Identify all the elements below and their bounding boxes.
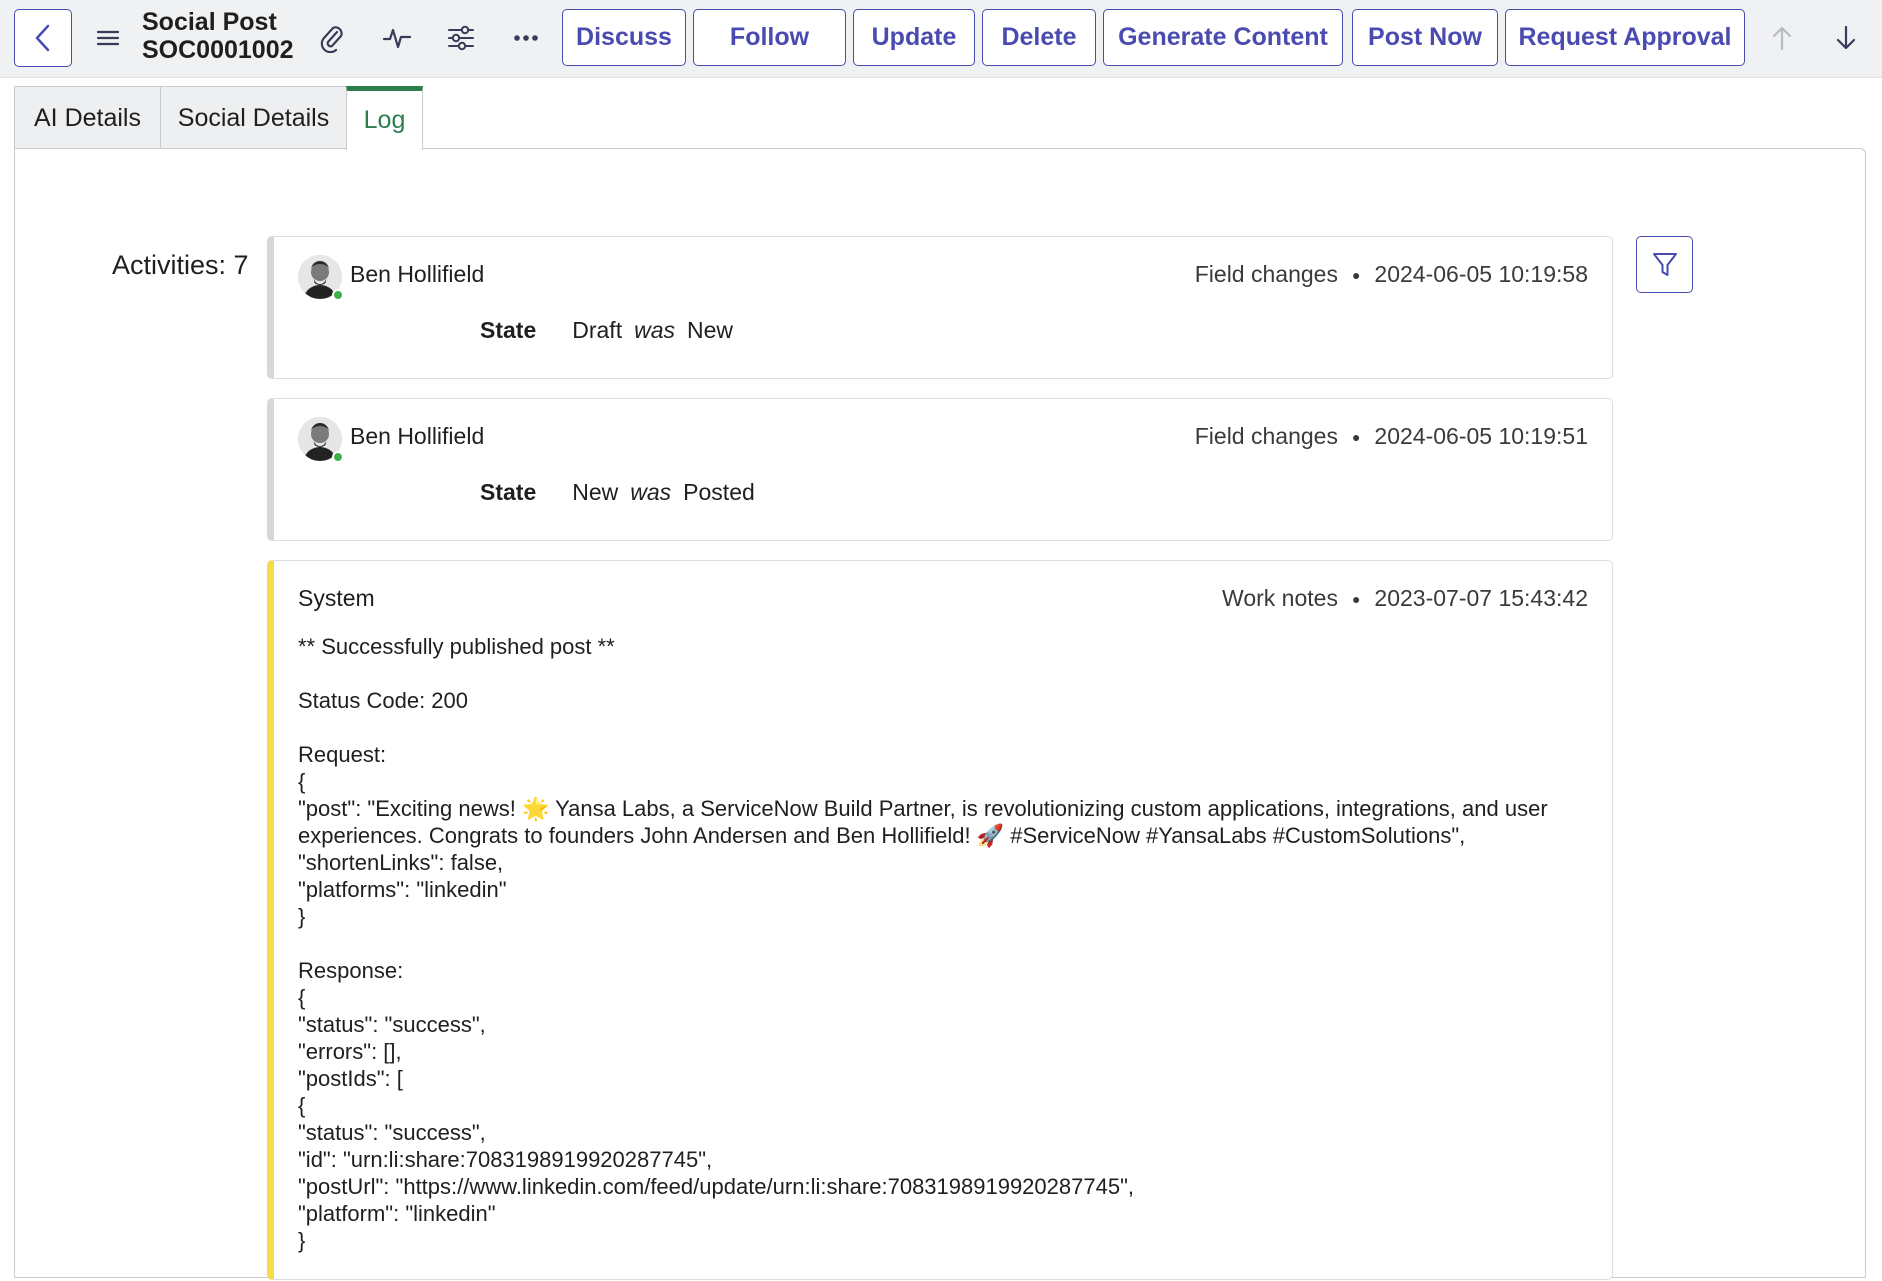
activity-meta: Work notes ● 2023-07-07 15:43:42 xyxy=(1222,585,1588,612)
note-line: "errors": [], xyxy=(298,1039,402,1064)
filter-icon xyxy=(1652,252,1677,276)
note-line: { xyxy=(298,769,306,794)
more-options-button[interactable] xyxy=(502,14,550,62)
note-line: Request: xyxy=(298,742,387,767)
menu-button[interactable] xyxy=(84,14,132,62)
note-request-block: Request: { "post": "Exciting news! 🌟 Yan… xyxy=(298,741,1598,930)
note-line: "post": "Exciting news! 🌟 Yansa Labs, a … xyxy=(298,796,1548,821)
filter-activity-button[interactable] xyxy=(1636,236,1693,293)
work-note-body: ** Successfully published post ** Status… xyxy=(298,633,1598,1281)
chevron-left-icon xyxy=(35,24,50,52)
field-change: State Draft was New xyxy=(480,317,733,344)
record-title-number: SOC0001002 xyxy=(142,36,294,64)
presence-indicator xyxy=(332,289,344,301)
pulse-icon xyxy=(382,28,412,49)
field-change-old-value: New xyxy=(687,317,734,343)
note-line: "shortenLinks": false, xyxy=(298,850,504,875)
ellipsis-icon xyxy=(514,35,538,41)
tab-log[interactable]: Log xyxy=(346,86,423,150)
record-title: Social Post SOC0001002 xyxy=(142,8,312,64)
activity-type: Work notes xyxy=(1222,585,1338,611)
activity-timestamp: 2024-06-05 10:19:51 xyxy=(1374,423,1588,449)
presence-indicator xyxy=(332,451,344,463)
personalize-form-button[interactable] xyxy=(437,14,485,62)
post-now-button[interactable]: Post Now xyxy=(1352,9,1498,66)
hamburger-menu-icon xyxy=(96,30,120,46)
note-line: ** Successfully published post ** xyxy=(298,634,615,659)
note-line: { xyxy=(298,1093,306,1118)
activity-meta: Field changes ● 2024-06-05 10:19:51 xyxy=(1195,423,1588,450)
field-change-label: State xyxy=(480,479,537,505)
activity-author[interactable]: Ben Hollifield xyxy=(350,261,484,288)
note-line: "status": "success", xyxy=(298,1120,486,1145)
tab-ai-details[interactable]: AI Details xyxy=(14,86,161,149)
note-line: Response: xyxy=(298,958,404,983)
note-line: experiences. Congrats to founders John A… xyxy=(298,823,1466,848)
generate-content-button[interactable]: Generate Content xyxy=(1103,9,1343,66)
activity-entry: Ben Hollifield Field changes ● 2024-06-0… xyxy=(267,236,1613,379)
back-button[interactable] xyxy=(14,9,72,67)
arrow-up-icon xyxy=(1772,26,1792,51)
activity-author[interactable]: Ben Hollifield xyxy=(350,423,484,450)
note-line: { xyxy=(298,985,306,1010)
note-line: "platforms": "linkedin" xyxy=(298,877,507,902)
field-change-label: State xyxy=(480,317,537,343)
activity-type: Field changes xyxy=(1194,423,1338,449)
next-record-button[interactable] xyxy=(1822,14,1870,62)
arrow-down-icon xyxy=(1836,25,1856,50)
separator-dot: ● xyxy=(1351,266,1361,283)
activity-meta: Field changes ● 2024-06-05 10:19:58 xyxy=(1195,261,1588,288)
note-line: } xyxy=(298,1228,306,1253)
activities-count: Activities: 7 xyxy=(112,250,249,280)
follow-button[interactable]: Follow xyxy=(693,9,846,66)
record-title-table: Social Post xyxy=(142,8,277,36)
note-line: "postUrl": "https://www.linkedin.com/fee… xyxy=(298,1174,1134,1199)
request-approval-button[interactable]: Request Approval xyxy=(1505,9,1745,66)
activity-stream-button[interactable] xyxy=(373,14,421,62)
activity-entry: Ben Hollifield Field changes ● 2024-06-0… xyxy=(267,398,1613,541)
delete-button[interactable]: Delete xyxy=(982,9,1096,66)
separator-dot: ● xyxy=(1351,590,1361,607)
field-change-new-value: New xyxy=(572,479,619,505)
activity-timestamp: 2023-07-07 15:43:42 xyxy=(1374,585,1588,611)
update-button[interactable]: Update xyxy=(853,9,975,66)
paperclip-icon xyxy=(320,26,343,53)
note-response-block: Response: { "status": "success", "errors… xyxy=(298,957,1598,1254)
form-header: Social Post SOC0001002 Discuss Follow Up… xyxy=(0,0,1882,78)
field-change-was: was xyxy=(630,479,672,505)
field-change: State New was Posted xyxy=(480,479,755,506)
previous-record-button[interactable] xyxy=(1758,14,1806,62)
field-change-new-value: Draft xyxy=(572,317,623,343)
note-line: "id": "urn:li:share:7083198919920287745"… xyxy=(298,1147,713,1172)
attachment-button[interactable] xyxy=(308,14,356,62)
activity-timestamp: 2024-06-05 10:19:58 xyxy=(1374,261,1588,287)
note-line: "status": "success", xyxy=(298,1012,486,1037)
discuss-button[interactable]: Discuss xyxy=(562,9,686,66)
activity-type: Field changes xyxy=(1194,261,1338,287)
tab-social-details[interactable]: Social Details xyxy=(160,86,347,149)
activity-entry-work-note: System Work notes ● 2023-07-07 15:43:42 … xyxy=(267,560,1613,1280)
field-change-old-value: Posted xyxy=(683,479,755,505)
note-line: } xyxy=(298,904,306,929)
note-line: Status Code: 200 xyxy=(298,688,469,713)
note-line: "postIds": [ xyxy=(298,1066,403,1091)
sliders-icon xyxy=(448,25,474,51)
separator-dot: ● xyxy=(1351,428,1361,445)
activity-author: System xyxy=(298,585,375,611)
field-change-was: was xyxy=(634,317,675,343)
note-line: "platform": "linkedin" xyxy=(298,1201,496,1226)
